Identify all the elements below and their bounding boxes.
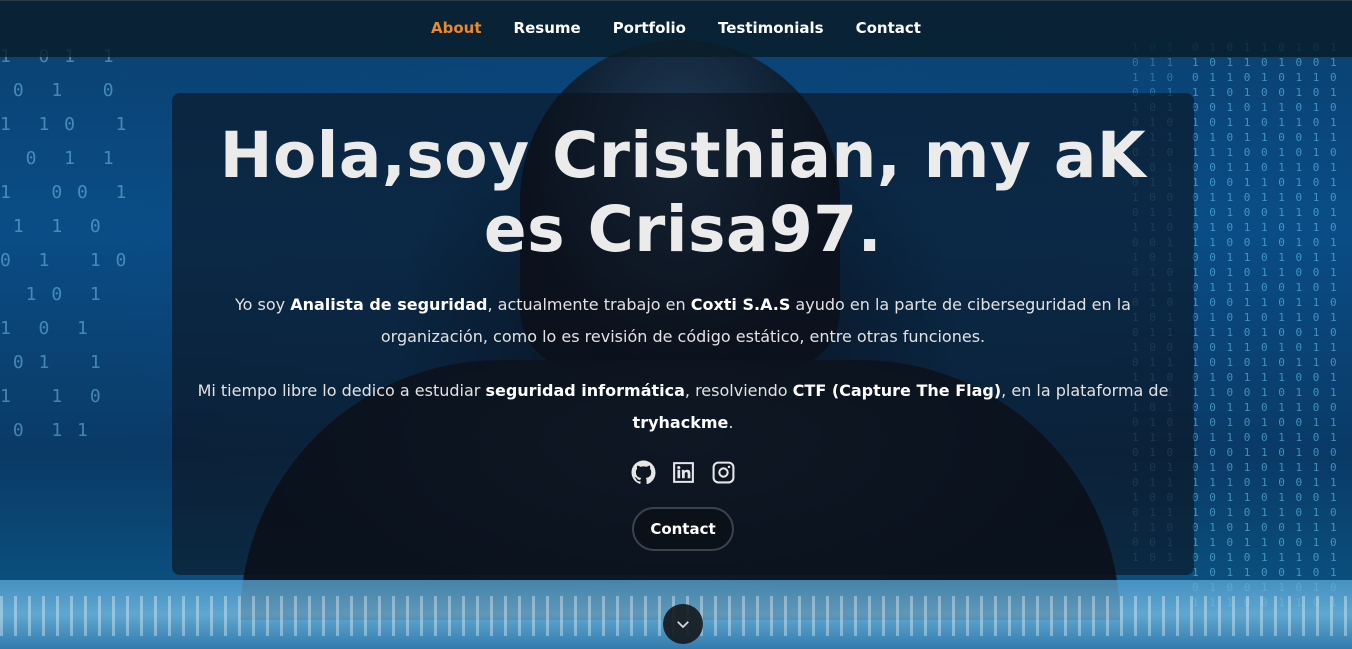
intro-text: Yo soy xyxy=(235,295,291,314)
intro-role: Analista de seguridad xyxy=(290,295,488,314)
social-links xyxy=(172,459,1194,485)
nav-link-resume[interactable]: Resume xyxy=(514,19,581,39)
contact-button[interactable]: Contact xyxy=(632,507,734,551)
hobby-text: , en la plataforma de xyxy=(1001,381,1169,400)
nav-link-about[interactable]: About xyxy=(431,19,482,39)
github-icon xyxy=(631,460,655,484)
github-link[interactable] xyxy=(630,459,656,485)
nav-link-testimonials[interactable]: Testimonials xyxy=(718,19,824,39)
linkedin-icon xyxy=(672,461,694,483)
hero-card: Hola,soy Cristhian, my aK es Crisa97. Yo… xyxy=(172,93,1194,575)
nav-link-contact[interactable]: Contact xyxy=(856,19,921,39)
hero-title: Hola,soy Cristhian, my aK es Crisa97. xyxy=(219,119,1147,266)
hobby-ctf: CTF (Capture The Flag) xyxy=(792,381,1002,400)
nav-link-portfolio[interactable]: Portfolio xyxy=(613,19,686,39)
scroll-down-button[interactable] xyxy=(663,604,703,644)
binary-code-decoration: 0 1 0 1 1 0 1 0 1 1 0 1 1 0 1 0 0 1 0 1 … xyxy=(1192,41,1339,609)
instagram-icon xyxy=(712,461,734,483)
hobby-text: , resolviendo xyxy=(684,381,793,400)
binary-code-decoration: 1 0 1 1 0 1 0 1 1 0 1 0 1 1 1 0 0 1 1 1 … xyxy=(0,46,129,441)
instagram-link[interactable] xyxy=(710,459,736,485)
hero-intro-paragraph: Yo soy Analista de seguridad, actualment… xyxy=(192,289,1174,353)
chevron-down-icon xyxy=(677,621,689,629)
top-navigation: About Resume Portfolio Testimonials Cont… xyxy=(0,0,1352,57)
hobby-text: . xyxy=(728,413,734,432)
hero-hobby-paragraph: Mi tiempo libre lo dedico a estudiar seg… xyxy=(192,375,1174,439)
intro-company: Coxti S.A.S xyxy=(690,295,791,314)
intro-text: , actualmente trabajo en xyxy=(487,295,691,314)
hobby-topic: seguridad informática xyxy=(485,381,685,400)
hobby-platform: tryhackme xyxy=(632,413,729,432)
linkedin-link[interactable] xyxy=(670,459,696,485)
hobby-text: Mi tiempo libre lo dedico a estudiar xyxy=(197,381,486,400)
